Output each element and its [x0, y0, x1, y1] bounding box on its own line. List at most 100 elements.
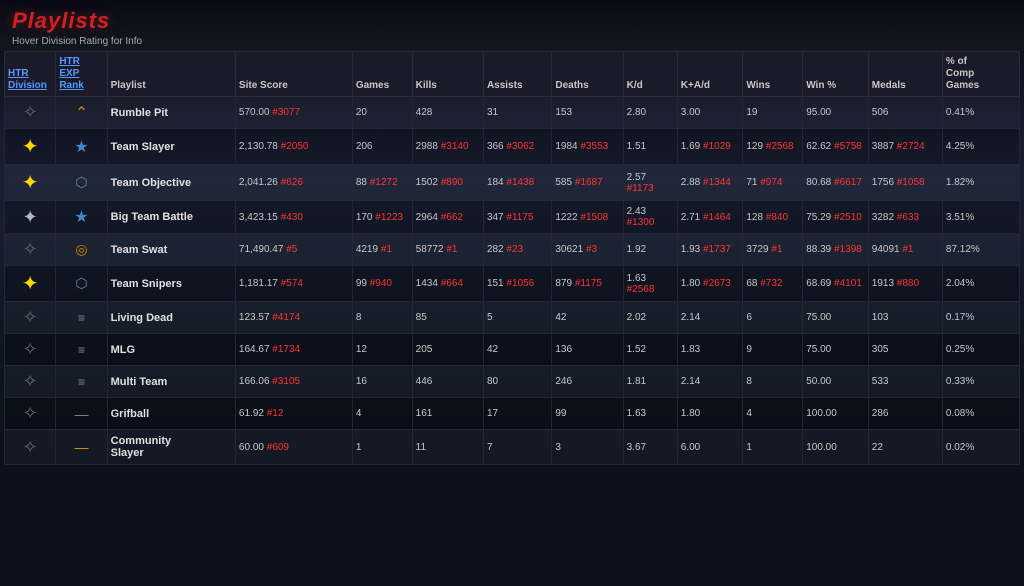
assists-value: 80	[487, 376, 498, 387]
wins-cell: 4	[743, 398, 803, 430]
kills-value: 1502	[416, 177, 438, 188]
pct-comp-cell: 2.04%	[942, 266, 1019, 302]
playlist-name: Team Objective	[111, 177, 192, 189]
playlist-name-cell[interactable]: Multi Team	[107, 366, 235, 398]
rank-value: #3140	[441, 141, 469, 152]
col-games: Games	[352, 52, 412, 97]
rank-value: #12	[267, 408, 284, 419]
col-htr-division[interactable]: HTRDivision	[5, 52, 56, 97]
win-pct-value: 100.00	[806, 442, 837, 453]
rank-value: #5	[286, 244, 297, 255]
playlist-name-cell[interactable]: Team Snipers	[107, 266, 235, 302]
rank-icon-cell: ⬡	[56, 165, 107, 201]
rank-value: #1300	[627, 217, 655, 228]
wins-cell: 1	[743, 430, 803, 465]
medals-value: 3887	[872, 141, 894, 152]
table-row[interactable]: ✧ ⌃ Rumble Pit 570.00 #3077 20 428 31 15…	[5, 97, 1020, 129]
medals-cell: 286	[868, 398, 942, 430]
rank-value: #3077	[272, 107, 300, 118]
playlist-name-cell[interactable]: Team Slayer	[107, 129, 235, 165]
pct-comp-cell: 4.25%	[942, 129, 1019, 165]
playlist-name-cell[interactable]: Living Dead	[107, 302, 235, 334]
kad-value: 1.93	[681, 244, 700, 255]
kad-value: 2.88	[681, 177, 700, 188]
table-row[interactable]: ✧ ≡ Multi Team 166.06 #3105 16 446 80 24…	[5, 366, 1020, 398]
kad-value: 2.14	[681, 312, 700, 323]
table-row[interactable]: ✧ ≡ MLG 164.67 #1734 12 205 42 136 1.52 …	[5, 334, 1020, 366]
rank-value: #880	[897, 278, 919, 289]
win-pct-value: 75.00	[806, 312, 831, 323]
assists-value: 7	[487, 442, 493, 453]
pct-comp-cell: 3.51%	[942, 201, 1019, 234]
htr-exp-link[interactable]: HTREXPRank	[59, 56, 83, 91]
kd-value: 1.81	[627, 376, 646, 387]
kad-cell: 1.80 #2673	[677, 266, 743, 302]
col-htr-exp[interactable]: HTREXPRank	[56, 52, 107, 97]
table-row[interactable]: ✧ ◎ Team Swat 71,490.47 #5 4219 #1 58772…	[5, 234, 1020, 266]
site-score-cell: 570.00 #3077	[235, 97, 352, 129]
table-row[interactable]: ✦ ★ Big Team Battle 3,423.15 #430 170 #1…	[5, 201, 1020, 234]
div-icon-cell: ✦	[5, 165, 56, 201]
site-score-cell: 1,181.17 #574	[235, 266, 352, 302]
playlist-name-cell[interactable]: Team Objective	[107, 165, 235, 201]
rank-icon-cell: ◎	[56, 234, 107, 266]
medals-value: 286	[872, 408, 889, 419]
table-row[interactable]: ✦ ⬡ Team Snipers 1,181.17 #574 99 #940 1…	[5, 266, 1020, 302]
deaths-value: 1984	[555, 141, 577, 152]
pct-comp-cell: 0.33%	[942, 366, 1019, 398]
pct-comp-value: 0.02%	[946, 442, 974, 453]
kad-value: 1.80	[681, 408, 700, 419]
page-subtitle: Hover Division Rating for Info	[12, 36, 1012, 47]
playlist-name-cell[interactable]: Team Swat	[107, 234, 235, 266]
table-row[interactable]: ✧ ≡ Living Dead 123.57 #4174 8 85 5 42 2…	[5, 302, 1020, 334]
kills-value: 161	[416, 408, 433, 419]
page-header: Playlists Hover Division Rating for Info	[0, 0, 1024, 51]
col-kills: Kills	[412, 52, 483, 97]
division-gold-star-icon: ✦	[22, 273, 39, 295]
rank-value: #974	[760, 177, 782, 188]
htr-division-link[interactable]: HTRDivision	[8, 68, 47, 91]
games-value: 170	[356, 212, 373, 223]
table-row[interactable]: ✦ ★ Team Slayer 2,130.78 #2050 206 2988 …	[5, 129, 1020, 165]
rank-value: #2673	[703, 278, 731, 289]
table-row[interactable]: ✧ — Grifball 61.92 #12 4 161 17 99 1.63 …	[5, 398, 1020, 430]
playlist-name: MLG	[111, 344, 135, 356]
site-score-value: 71,490.47	[239, 244, 284, 255]
pct-comp-value: 3.51%	[946, 212, 974, 223]
site-score-value: 164.67	[239, 344, 270, 355]
playlist-name-cell[interactable]: Rumble Pit	[107, 97, 235, 129]
kd-value: 1.51	[627, 141, 646, 152]
games-value: 16	[356, 376, 367, 387]
win-pct-cell: 50.00	[803, 366, 869, 398]
rank-value: #1344	[703, 177, 731, 188]
kills-value: 85	[416, 312, 427, 323]
games-value: 12	[356, 344, 367, 355]
kills-value: 11	[416, 442, 426, 453]
kills-cell: 1434 #664	[412, 266, 483, 302]
rank-value: #1	[771, 244, 782, 255]
playlist-name-cell[interactable]: MLG	[107, 334, 235, 366]
games-value: 88	[356, 177, 367, 188]
site-score-cell: 61.92 #12	[235, 398, 352, 430]
kad-cell: 1.83	[677, 334, 743, 366]
medals-value: 103	[872, 312, 889, 323]
games-cell: 88 #1272	[352, 165, 412, 201]
medals-value: 1756	[872, 177, 894, 188]
kills-value: 58772	[416, 244, 444, 255]
rank-value: #626	[281, 177, 303, 188]
playlist-name-cell[interactable]: Big Team Battle	[107, 201, 235, 234]
assists-cell: 347 #1175	[483, 201, 551, 234]
rank-value: #1734	[272, 344, 300, 355]
kad-value: 2.14	[681, 376, 700, 387]
rank-value: #1029	[703, 141, 731, 152]
playlist-name-cell[interactable]: Grifball	[107, 398, 235, 430]
table-row[interactable]: ✧ — CommunitySlayer 60.00 #609 1 11 7 3 …	[5, 430, 1020, 465]
rank-value: #1272	[370, 177, 398, 188]
wins-value: 68	[746, 278, 757, 289]
table-row[interactable]: ✦ ⬡ Team Objective 2,041.26 #626 88 #127…	[5, 165, 1020, 201]
games-cell: 170 #1223	[352, 201, 412, 234]
pct-comp-cell: 0.02%	[942, 430, 1019, 465]
playlist-name-cell[interactable]: CommunitySlayer	[107, 430, 235, 465]
div-icon-cell: ✧	[5, 234, 56, 266]
medals-cell: 94091 #1	[868, 234, 942, 266]
